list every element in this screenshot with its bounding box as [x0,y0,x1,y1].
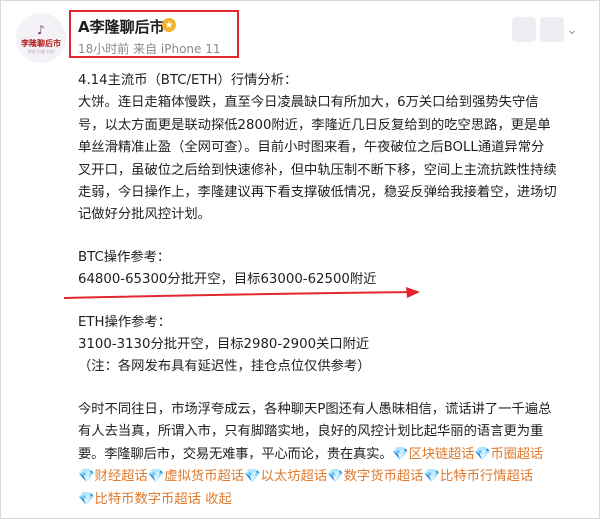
btc-title: BTC操作参考： [78,249,171,265]
avatar[interactable]: ♪ 李隆聊后市 财经 行情 分析 [16,13,66,63]
post-line: 有人去当真，所谓入市，只有脚踏实地，良好的风控计划比起华丽的语言更为重 [78,424,544,440]
topic-link[interactable]: 💎比特币行情超话 [423,469,533,484]
post-line: 4.14主流币（BTC/ETH）行情分析： [78,73,298,88]
post-line: 大饼。连日走箱体慢跌，直至今日凌晨缺口有所加大，6万关口给到强势失守信 [78,95,539,111]
avatar-name: 李隆聊后市 [21,38,61,48]
topic-link[interactable]: 💎区块链超话 [392,447,474,462]
disclaimer-note: （注：各网发布具有延迟性，挂仓点位仅供参考） [78,359,371,375]
post-line: 叉开口，虽破位之后给到快速修补，但中轨压制不断下移，空间上主流抗跌性持续 [78,162,557,178]
topic-link[interactable]: 💎比特币数字币超话 [78,492,201,507]
post-meta: 18小时前 来自 iPhone 11 [78,42,221,56]
post-line: 记做好分批风控计划。 [78,207,211,223]
post-line: 号，以太方面更是联动探低2800附近，李隆近几日反复给到的吃空思路，更是单 [78,117,551,133]
topic-link[interactable]: 💎币圈超话 [474,447,543,462]
annotation-arrow [63,287,420,299]
topic-line: 💎财经超话💎虚拟货币超话💎以太坊超话💎数字货币超话💎比特币行情超话 [78,466,588,488]
eth-plan: 3100-3130分批开空，目标2980-2900关口附近 [78,337,370,353]
user-name[interactable]: A李隆聊后市 [78,16,165,37]
verified-badge-icon: ★ [162,18,176,32]
topic-link[interactable]: 💎财经超话 [78,469,148,484]
blurred-button[interactable] [512,17,536,42]
chevron-down-icon[interactable]: ⌄ [566,22,578,38]
topic-line: 💎比特币数字币超话 收起 [78,489,588,511]
post-line: 走弱，今日操作上，李隆建议再下看支撑破低情况，稳妥反弹给我接着空，进场切 [78,185,557,201]
post-line: 单丝滑精准止盈（全网可查）。目前小时图来看，午夜破位之后BOLL通道异常分 [78,140,545,156]
post-line-text: 要。李隆聊后市，交易无难事，平心而论，贵在真实。 [78,446,393,462]
topic-link[interactable]: 💎以太坊超话 [244,469,327,484]
blurred-button[interactable] [540,17,564,42]
post-line: 要。李隆聊后市，交易无难事，平心而论，贵在真实。💎区块链超话💎币圈超话 [78,444,588,466]
eth-title: ETH操作参考： [78,314,172,330]
topic-link[interactable]: 💎数字货币超话 [327,469,423,484]
note-icon: ♪ [37,22,45,37]
post-line: 今时不同往日，市场浮夸成云，各种聊天P图还有人愚昧相信，谎话讲了一千遍总 [78,401,552,417]
topic-link[interactable]: 💎虚拟货币超话 [148,469,244,484]
avatar-subtitle: 财经 行情 分析 [27,48,55,54]
collapse-link[interactable]: 收起 [205,492,232,507]
